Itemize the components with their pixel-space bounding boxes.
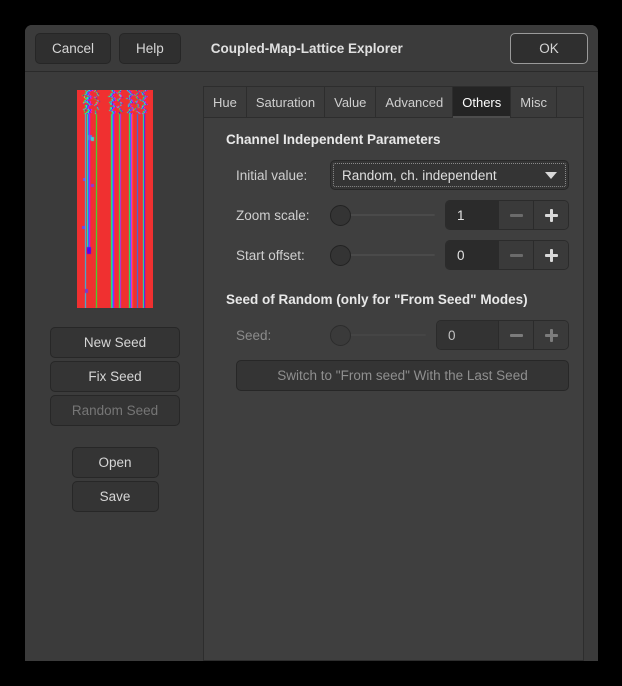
file-button-group: Open Save <box>72 447 159 515</box>
minus-icon <box>510 214 523 217</box>
slider-track <box>340 254 435 256</box>
ok-button[interactable]: OK <box>510 33 588 64</box>
main-content: Hue Saturation Value Advanced Others Mis… <box>203 86 584 661</box>
zoom-scale-increment-button[interactable] <box>533 201 568 229</box>
dialog-body: New Seed Fix Seed Random Seed Open Save … <box>25 72 598 661</box>
slider-thumb <box>330 325 351 346</box>
start-offset-label: Start offset: <box>218 248 330 263</box>
minus-icon <box>510 254 523 257</box>
fix-seed-button[interactable]: Fix Seed <box>50 361 180 392</box>
slider-thumb[interactable] <box>330 205 351 226</box>
tab-others[interactable]: Others <box>453 87 511 117</box>
zoom-scale-label: Zoom scale: <box>218 208 330 223</box>
plus-icon-vertical <box>550 209 553 222</box>
minus-icon <box>510 334 523 337</box>
help-button[interactable]: Help <box>119 33 181 64</box>
section-title-seed-of-random: Seed of Random (only for "From Seed" Mod… <box>226 292 569 307</box>
initial-value-label: Initial value: <box>218 168 330 183</box>
start-offset-increment-button[interactable] <box>533 241 568 269</box>
switch-to-from-seed-button: Switch to "From seed" With the Last Seed <box>236 360 569 391</box>
seed-spinbox: 0 <box>436 320 569 350</box>
zoom-scale-decrement-button[interactable] <box>498 201 533 229</box>
plus-icon-vertical <box>550 249 553 262</box>
seed-slider <box>330 320 426 350</box>
tab-bar-filler <box>557 87 583 117</box>
chevron-down-icon <box>545 172 557 179</box>
header-bar: Cancel Help Coupled-Map-Lattice Explorer… <box>25 25 598 72</box>
open-button[interactable]: Open <box>72 447 159 478</box>
tab-advanced[interactable]: Advanced <box>376 87 453 117</box>
slider-track <box>340 334 426 336</box>
seed-input: 0 <box>437 321 498 349</box>
tab-bar: Hue Saturation Value Advanced Others Mis… <box>203 86 584 117</box>
seed-button-group: New Seed Fix Seed Random Seed <box>50 327 180 429</box>
dialog-window: Cancel Help Coupled-Map-Lattice Explorer… <box>25 25 598 661</box>
seed-row: Seed: 0 <box>218 320 569 350</box>
random-seed-button: Random Seed <box>50 395 180 426</box>
tab-value[interactable]: Value <box>325 87 376 117</box>
zoom-scale-row: Zoom scale: 1 <box>218 200 569 230</box>
seed-increment-button <box>533 321 568 349</box>
zoom-scale-spinbox: 1 <box>445 200 569 230</box>
others-tab-panel: Channel Independent Parameters Initial v… <box>203 117 584 661</box>
section-title-channel-independent: Channel Independent Parameters <box>226 132 569 147</box>
initial-value-dropdown[interactable]: Random, ch. independent <box>330 160 569 190</box>
plus-icon-vertical <box>550 329 553 342</box>
new-seed-button[interactable]: New Seed <box>50 327 180 358</box>
save-button[interactable]: Save <box>72 481 159 512</box>
sidebar: New Seed Fix Seed Random Seed Open Save <box>39 86 191 661</box>
tab-misc[interactable]: Misc <box>511 87 557 117</box>
cancel-button[interactable]: Cancel <box>35 33 111 64</box>
zoom-scale-input[interactable]: 1 <box>446 201 498 229</box>
seed-decrement-button <box>498 321 533 349</box>
window-title: Coupled-Map-Lattice Explorer <box>211 41 403 56</box>
seed-label: Seed: <box>218 328 330 343</box>
zoom-scale-slider[interactable] <box>330 200 435 230</box>
tab-hue[interactable]: Hue <box>204 87 247 117</box>
lattice-preview-image <box>77 90 153 308</box>
start-offset-spinbox: 0 <box>445 240 569 270</box>
initial-value-row: Initial value: Random, ch. independent <box>218 160 569 190</box>
start-offset-slider[interactable] <box>330 240 435 270</box>
slider-track <box>340 214 435 216</box>
tab-saturation[interactable]: Saturation <box>247 87 325 117</box>
initial-value-selected: Random, ch. independent <box>342 168 539 183</box>
start-offset-row: Start offset: 0 <box>218 240 569 270</box>
slider-thumb[interactable] <box>330 245 351 266</box>
start-offset-decrement-button[interactable] <box>498 241 533 269</box>
start-offset-input[interactable]: 0 <box>446 241 498 269</box>
